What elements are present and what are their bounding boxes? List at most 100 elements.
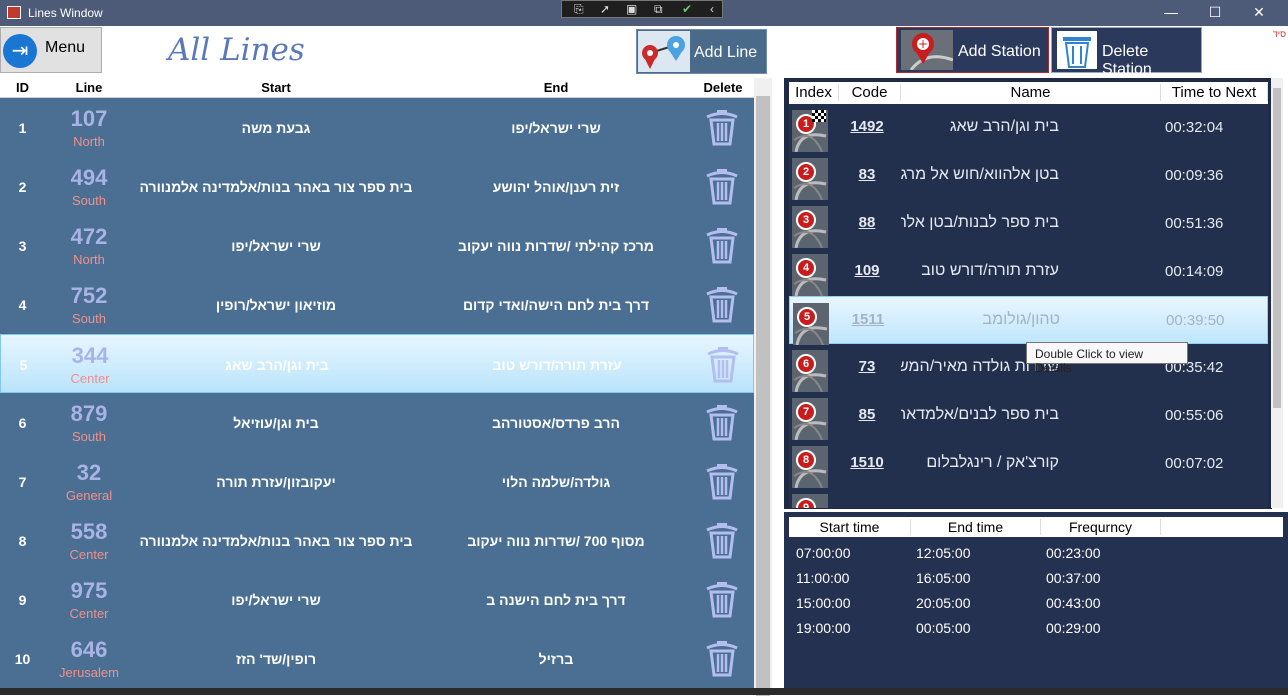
frequency: 00:37:00	[1046, 570, 1101, 586]
table-row[interactable]: 7 32 General יעקובזון/עזרת תורה גולדה/שלמה ה…	[0, 452, 754, 511]
svg-text:+: +	[918, 37, 928, 51]
box-icon[interactable]: ▣	[626, 2, 637, 16]
frequency-row[interactable]: 11:00:00 16:05:00 00:37:00	[789, 566, 1283, 591]
numbered-pin-icon: 8	[792, 446, 828, 488]
layout-icon[interactable]: ⧉	[654, 2, 663, 17]
minimize-button[interactable]: —	[1148, 0, 1194, 26]
trash-can-icon	[703, 523, 741, 563]
col-name[interactable]: Name	[901, 84, 1161, 101]
scroll-thumb[interactable]	[756, 96, 770, 696]
line-end: דרך בית לחם הישנה ב	[486, 592, 626, 608]
station-code[interactable]: 85	[837, 406, 897, 423]
col-time-to-next[interactable]: Time to Next	[1161, 84, 1268, 101]
close-button[interactable]: ✕	[1236, 0, 1282, 26]
station-code[interactable]: 83	[837, 166, 897, 183]
select-element-icon[interactable]: ⎘	[574, 2, 584, 17]
collapse-icon[interactable]: ‹	[710, 2, 714, 16]
station-code[interactable]: 1492	[837, 118, 897, 135]
delete-line-button[interactable]	[703, 639, 741, 677]
table-row[interactable]: 10 646 Jerusalem רופין/שד' הזז ברזיל	[0, 629, 754, 688]
table-row[interactable]: 5 344 Center בית וגן/הרב שאג עזרת תורה/דורש …	[0, 334, 754, 393]
col-frequency[interactable]: Frequrncy	[1041, 519, 1161, 535]
line-end: הרב פרדס/אסטורהב	[492, 415, 620, 431]
delete-line-button[interactable]	[703, 462, 741, 500]
line-area: General	[65, 488, 113, 503]
col-end-time[interactable]: End time	[911, 519, 1041, 535]
numbered-pin-icon: 3	[792, 206, 828, 248]
col-code[interactable]: Code	[839, 84, 901, 101]
pointer-icon[interactable]: ➚	[600, 2, 610, 16]
numbered-pin-icon: 5	[793, 303, 829, 345]
table-row[interactable]: 8 558 Center בית ספר צור באהר בנות/אלמדינה …	[0, 511, 754, 570]
checkered-flag-icon	[812, 110, 826, 122]
lines-scrollbar[interactable]	[754, 78, 772, 696]
station-row[interactable]: 9	[789, 488, 1268, 508]
station-index: 3	[796, 210, 816, 230]
add-station-button[interactable]: + Add Station	[896, 27, 1049, 73]
col-line[interactable]: Line	[45, 80, 133, 95]
station-code[interactable]: 1510	[837, 454, 897, 471]
line-id: 9	[18, 592, 27, 608]
station-code[interactable]: 88	[837, 214, 897, 231]
table-row[interactable]: 9 975 Center שרי ישראל/יפו דרך בית לחם הישנה…	[0, 570, 754, 629]
station-row[interactable]: 5 1511 טהון/גולומב 00:39:50	[789, 296, 1268, 345]
menu-button[interactable]: ⇥ Menu	[0, 27, 102, 73]
delete-line-button[interactable]	[703, 285, 741, 323]
table-row[interactable]: 1 107 North גבעת משה שרי ישראל/יפו	[0, 98, 754, 157]
stations-scrollbar[interactable]	[1271, 78, 1283, 508]
maximize-button[interactable]: ☐	[1192, 0, 1238, 26]
frequency-row[interactable]: 07:00:00 12:05:00 00:23:00	[789, 541, 1283, 566]
table-row[interactable]: 3 472 North שרי ישראל/יפו מרכז קהילתי /שדרות…	[0, 216, 754, 275]
station-row[interactable]: 8 1510 קורצ'אק / רינגלבלום 00:07:02	[789, 440, 1268, 488]
table-row[interactable]: 6 879 South בית וגן/עוזיאל הרב פרדס/אסטורהב	[0, 393, 754, 452]
check-icon[interactable]: ✔	[682, 2, 692, 16]
col-end[interactable]: End	[418, 80, 694, 95]
delete-line-button[interactable]	[703, 226, 741, 264]
menu-label: Menu	[45, 39, 86, 56]
delete-line-button[interactable]	[703, 521, 741, 559]
line-area: North	[73, 252, 105, 267]
station-code[interactable]: 73	[837, 358, 897, 375]
scroll-thumb[interactable]	[1273, 88, 1281, 408]
delete-station-button[interactable]: Delete Station	[1051, 27, 1202, 78]
line-id: 3	[18, 238, 27, 254]
delete-line-button[interactable]	[704, 345, 742, 383]
station-name: עזרת תורה/דורש טוב	[921, 262, 1059, 279]
station-row[interactable]: 4 109 עזרת תורה/דורש טוב 00:14:09	[789, 248, 1268, 296]
col-id[interactable]: ID	[0, 80, 45, 95]
station-index: 2	[796, 162, 816, 182]
delete-line-button[interactable]	[703, 108, 741, 146]
line-id: 8	[18, 533, 27, 549]
debug-toolbar[interactable]: ⎘ ➚ ▣ ⧉ ✔ ‹	[561, 0, 723, 18]
col-delete[interactable]: Delete	[698, 80, 748, 95]
delete-line-button[interactable]	[703, 580, 741, 618]
line-id: 10	[14, 651, 31, 667]
trash-can-icon	[703, 287, 741, 327]
line-number: 494	[70, 165, 108, 190]
col-start[interactable]: Start	[138, 80, 414, 95]
station-code[interactable]: 1511	[838, 311, 898, 328]
line-end: דרך בית לחם הישה/ואדי קדום	[462, 297, 650, 313]
app-icon	[7, 6, 21, 19]
station-name: טהון/גולומב	[982, 311, 1060, 328]
station-row[interactable]: 7 85 בית ספר לבנים/אלמדארס 00:55:06	[789, 392, 1268, 440]
map-pin-add-icon	[638, 31, 690, 72]
station-row[interactable]: 1 1492 בית וגן/הרב שאג 00:32:04	[789, 104, 1268, 152]
frequency-table-header: Start time End time Frequrncy	[789, 517, 1283, 537]
end-time: 16:05:00	[916, 570, 971, 586]
frequency-row[interactable]: 19:00:00 00:05:00 00:29:00	[789, 616, 1283, 641]
delete-line-button[interactable]	[703, 403, 741, 441]
line-start: רופין/שד' הזז	[235, 651, 317, 667]
add-line-label: Add Line	[694, 44, 758, 61]
frequency-row[interactable]: 15:00:00 20:05:00 00:43:00	[789, 591, 1283, 616]
add-line-button[interactable]: Add Line	[636, 29, 767, 74]
station-row[interactable]: 3 88בית ספר לבנות/בטן אלהוא 00:51:36	[789, 200, 1268, 248]
table-row[interactable]: 2 494 South בית ספר צור באהר בנות/אלמדינה א…	[0, 157, 754, 216]
station-row[interactable]: 2 83 בטן אלהווא/חוש אל מרג 00:09:36	[789, 152, 1268, 200]
delete-line-button[interactable]	[703, 167, 741, 205]
col-index[interactable]: Index	[789, 84, 839, 101]
table-row[interactable]: 4 752 South מוזיאון ישראל/רופין דרך בית לחם …	[0, 275, 754, 334]
col-start-time[interactable]: Start time	[789, 519, 911, 535]
station-index: 4	[796, 258, 816, 278]
station-code[interactable]: 109	[837, 262, 897, 279]
